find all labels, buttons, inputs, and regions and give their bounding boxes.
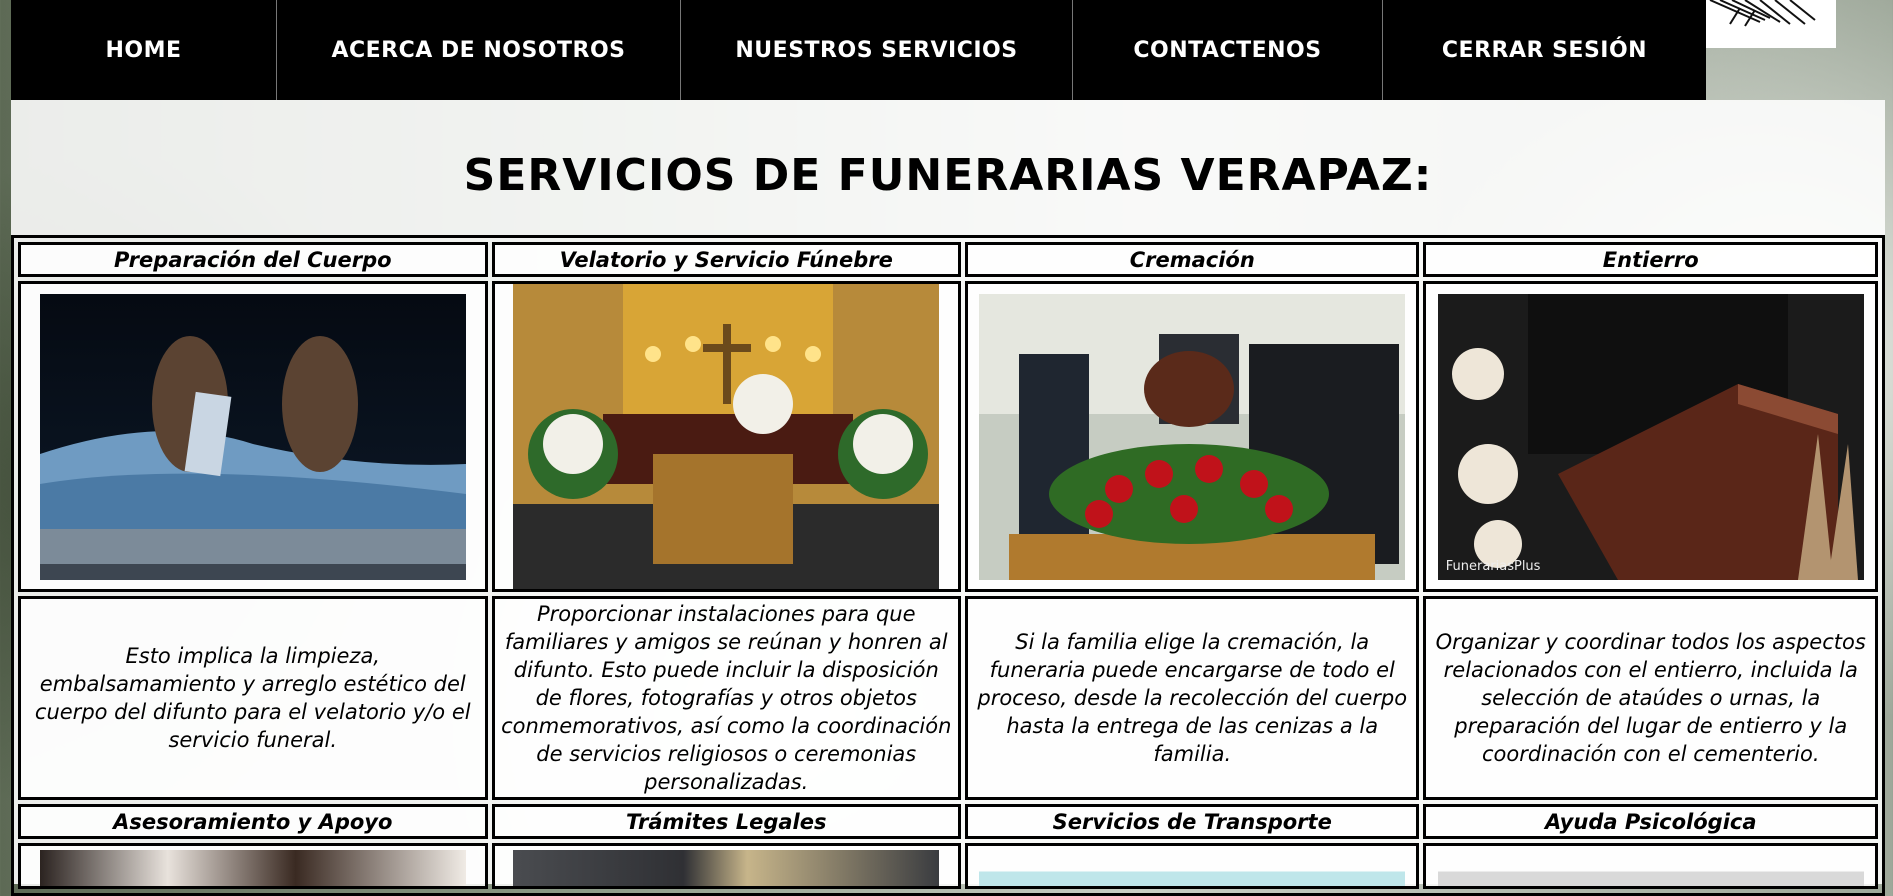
service-image-cell	[18, 843, 488, 889]
nav-contact[interactable]: CONTACTENOS	[1073, 0, 1383, 100]
service-image-cell: FunerariasPlus	[1423, 281, 1878, 592]
table-row: Asesoramiento y Apoyo Trámites Legales S…	[18, 804, 1878, 839]
main-content: SERVICIOS DE FUNERARIAS VERAPAZ: Prepara…	[11, 100, 1885, 896]
page-title: SERVICIOS DE FUNERARIAS VERAPAZ:	[463, 150, 1433, 201]
service-header: Trámites Legales	[491, 804, 961, 839]
service-header: Ayuda Psicológica	[1423, 804, 1878, 839]
photo-watermark: FunerariasPlus	[1445, 558, 1541, 574]
service-header: Cremación	[965, 242, 1420, 277]
table-row	[18, 843, 1878, 889]
page-frame: HOME ACERCA DE NOSOTROS NUESTROS SERVICI…	[11, 0, 1885, 896]
nav-about[interactable]: ACERCA DE NOSOTROS	[277, 0, 681, 100]
service-description: Si la familia elige la cremación, la fun…	[965, 596, 1420, 800]
service-header: Preparación del Cuerpo	[18, 242, 488, 277]
psychology-image	[1437, 850, 1864, 886]
body-preparation-image	[39, 293, 466, 580]
service-image-cell	[491, 843, 961, 889]
main-nav: HOME ACERCA DE NOSOTROS NUESTROS SERVICI…	[11, 0, 1706, 100]
funeral-service-image	[513, 284, 940, 589]
nav-services[interactable]: NUESTROS SERVICIOS	[681, 0, 1073, 100]
service-description: Organizar y coordinar todos los aspectos…	[1423, 596, 1878, 800]
legal-image	[513, 850, 940, 886]
service-header: Asesoramiento y Apoyo	[18, 804, 488, 839]
table-row: Esto implica la limpieza, embalsamamient…	[18, 596, 1878, 800]
cremation-image	[979, 293, 1406, 580]
burial-image: FunerariasPlus	[1437, 293, 1864, 580]
service-image-cell	[965, 843, 1420, 889]
service-header: Servicios de Transporte	[965, 804, 1420, 839]
service-description: Proporcionar instalaciones para que fami…	[491, 596, 961, 800]
service-image-cell	[965, 281, 1420, 592]
nav-home[interactable]: HOME	[11, 0, 277, 100]
advice-image	[39, 850, 466, 886]
service-header: Entierro	[1423, 242, 1878, 277]
table-row: FunerariasPlus	[18, 281, 1878, 592]
service-image-cell	[491, 281, 961, 592]
service-header: Velatorio y Servicio Fúnebre	[491, 242, 961, 277]
nav-logout[interactable]: CERRAR SESIÓN	[1383, 0, 1706, 100]
service-image-cell	[1423, 843, 1878, 889]
service-description: Esto implica la limpieza, embalsamamient…	[18, 596, 488, 800]
table-row: Preparación del Cuerpo Velatorio y Servi…	[18, 242, 1878, 277]
services-table: Preparación del Cuerpo Velatorio y Servi…	[11, 235, 1885, 896]
transport-image	[979, 850, 1406, 886]
service-image-cell	[18, 281, 488, 592]
